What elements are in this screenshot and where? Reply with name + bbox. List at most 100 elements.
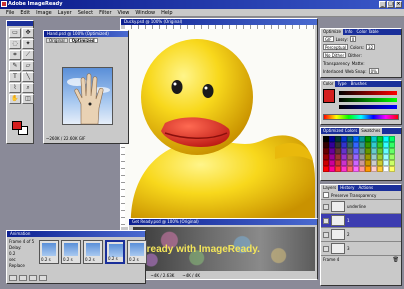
tab-actions[interactable]: Actions: [356, 185, 375, 191]
slice-tool-icon[interactable]: ⟋: [22, 50, 34, 60]
tab-type[interactable]: Type: [335, 81, 348, 87]
frame-thumbnail: [130, 243, 144, 256]
eye-icon[interactable]: [323, 217, 329, 224]
animation-controls: [9, 275, 47, 281]
web-snap-label: Web Snap:: [345, 68, 367, 74]
hand-tool-icon[interactable]: ✋: [9, 94, 21, 104]
foreground-color-swatch[interactable]: [12, 121, 22, 130]
red-slider[interactable]: [337, 89, 399, 96]
eyedropper-tool-icon[interactable]: ⌇: [9, 83, 21, 93]
optimize-row: Interlaced Web Snap: 0%: [321, 67, 401, 75]
tab-layers[interactable]: Layers: [321, 185, 339, 191]
menu-image[interactable]: Image: [36, 9, 52, 16]
next-frame-button[interactable]: [39, 275, 47, 281]
frame-delay: 0.2 s: [41, 257, 51, 262]
menu-window[interactable]: Window: [135, 9, 155, 16]
color-panel: Color Type Brushes: [320, 80, 402, 125]
dither-select[interactable]: No Dither: [323, 52, 347, 58]
blue-slider[interactable]: [337, 103, 399, 110]
line-tool-icon[interactable]: ╲: [22, 72, 34, 82]
tab-brushes[interactable]: Brushes: [349, 81, 369, 87]
layer-thumbnail: [331, 243, 345, 254]
get-ready-window-title[interactable]: Get Ready.psd @ 100% (Original): [129, 219, 317, 225]
tab-original[interactable]: Original: [46, 38, 68, 43]
brush-tool-icon[interactable]: ✎: [9, 61, 21, 71]
layer-name: 2: [347, 232, 350, 237]
menu-file[interactable]: File: [6, 9, 14, 16]
menu-filter[interactable]: Filter: [99, 9, 111, 16]
hand-document-window: Hand.psd @ 100% (Optimized) Original Opt…: [43, 30, 129, 144]
transparency-checkbox[interactable]: Transparency: [323, 61, 350, 66]
color-ramp[interactable]: [323, 114, 399, 120]
optimize-row: Transparency Matte:: [321, 59, 401, 67]
lossy-field[interactable]: 0: [349, 36, 357, 42]
lossy-label: Lossy:: [335, 36, 348, 42]
tab-history[interactable]: History: [338, 185, 356, 191]
current-color-swatch[interactable]: [323, 89, 335, 103]
title-bar: Adobe ImageReady _ □ ×: [0, 0, 404, 9]
optimize-row: Perceptual Colors: 32: [321, 43, 401, 51]
animation-title[interactable]: Animation: [7, 231, 145, 237]
web-snap-field[interactable]: 0%: [368, 68, 379, 74]
tab-optimize[interactable]: Optimize: [321, 29, 343, 35]
matte-label: Matte:: [351, 60, 365, 66]
preserve-transparency-checkbox[interactable]: [323, 192, 329, 198]
eye-icon[interactable]: [323, 203, 329, 210]
eye-icon[interactable]: [323, 245, 329, 252]
animation-frame-selected[interactable]: 0.2 s: [105, 240, 125, 264]
colors-field[interactable]: 32: [366, 44, 376, 50]
palette-select[interactable]: Perceptual: [323, 44, 349, 50]
animation-frame[interactable]: 0.2 s: [39, 240, 59, 264]
tab-color-table[interactable]: Color Table: [355, 29, 381, 35]
tab-info[interactable]: Info: [343, 29, 355, 35]
menu-layer[interactable]: Layer: [58, 9, 72, 16]
hand-canvas[interactable]: [62, 67, 113, 125]
trash-icon[interactable]: 🗑: [393, 257, 399, 263]
lasso-tool-icon[interactable]: ◌: [9, 39, 21, 49]
dither-label: Dither:: [348, 52, 362, 58]
move-tool-icon[interactable]: ✥: [22, 28, 34, 38]
animation-frame[interactable]: 0.2 s: [127, 240, 147, 264]
close-button[interactable]: ×: [395, 1, 402, 8]
animation-frame[interactable]: 0.2 s: [61, 240, 81, 264]
tab-optimized[interactable]: Optimized: [68, 38, 98, 43]
interlaced-checkbox[interactable]: Interlaced: [323, 69, 343, 74]
ducky-canvas[interactable]: [125, 29, 315, 227]
preserve-transparency-row: Preserve Transparency: [321, 191, 401, 199]
color-swatch[interactable]: [389, 166, 395, 172]
previous-frame-button[interactable]: [19, 275, 27, 281]
crop-tool-icon[interactable]: ⌗: [9, 50, 21, 60]
swatch-grid[interactable]: [321, 134, 401, 174]
layer-row-selected[interactable]: 1: [321, 213, 401, 227]
color-mixer: [321, 87, 401, 112]
menu-select[interactable]: Select: [78, 9, 93, 16]
format-select[interactable]: GIF: [323, 36, 334, 42]
layer-row[interactable]: 3: [321, 241, 401, 255]
layers-footer: Frame 4 🗑: [321, 255, 401, 263]
magic-wand-tool-icon[interactable]: ✦: [22, 39, 34, 49]
image-map-tool-icon[interactable]: ◫: [22, 94, 34, 104]
layer-row[interactable]: 2: [321, 227, 401, 241]
marquee-tool-icon[interactable]: ▭: [9, 28, 21, 38]
type-tool-icon[interactable]: T: [9, 72, 21, 82]
hand-status: ~260K / 22.60K GIF: [46, 136, 86, 141]
animation-frame[interactable]: 0.2 s: [83, 240, 103, 264]
play-button[interactable]: [29, 275, 37, 281]
minimize-button[interactable]: _: [379, 1, 386, 8]
layer-row[interactable]: underline: [321, 199, 401, 213]
menu-view[interactable]: View: [118, 9, 130, 16]
rewind-button[interactable]: [9, 275, 17, 281]
zoom-tool-icon[interactable]: ⌕: [22, 83, 34, 93]
menu-help[interactable]: Help: [161, 9, 172, 16]
banner-canvas[interactable]: et ready with ImageReady.: [133, 227, 315, 271]
hand-image: [67, 73, 110, 125]
green-slider[interactable]: [337, 96, 399, 103]
eraser-tool-icon[interactable]: ▱: [22, 61, 34, 71]
menu-edit[interactable]: Edit: [20, 9, 30, 16]
tab-optimized-colors[interactable]: Optimized Colors: [321, 128, 359, 134]
tab-swatches[interactable]: Swatches: [359, 128, 383, 134]
tab-color[interactable]: Color: [321, 81, 336, 87]
eye-icon[interactable]: [323, 231, 329, 238]
replace-option[interactable]: Replace: [9, 263, 34, 269]
maximize-button[interactable]: □: [387, 1, 394, 8]
